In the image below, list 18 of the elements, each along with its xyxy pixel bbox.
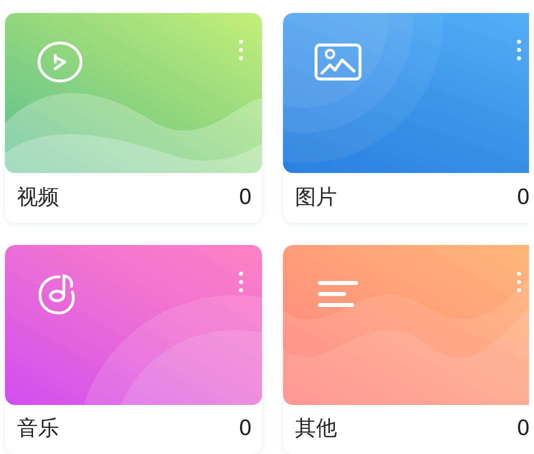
category-card[interactable]: 视频 0 bbox=[5, 13, 262, 222]
image-icon bbox=[314, 41, 362, 83]
item-count: 0 bbox=[516, 416, 529, 440]
item-count: 0 bbox=[238, 416, 252, 440]
category-label: 音乐 bbox=[17, 415, 59, 442]
more-icon[interactable] bbox=[516, 270, 522, 292]
category-label: 其他 bbox=[295, 415, 337, 442]
more-icon[interactable] bbox=[238, 270, 244, 292]
item-count: 0 bbox=[238, 184, 252, 208]
more-icon[interactable] bbox=[238, 39, 244, 61]
item-count: 0 bbox=[516, 184, 529, 208]
category-card[interactable]: 音乐 0 bbox=[5, 244, 262, 454]
category-label: 视频 bbox=[17, 184, 59, 210]
play-icon bbox=[36, 41, 84, 83]
category-card[interactable]: 其他 0 bbox=[283, 244, 529, 454]
category-card[interactable]: 图片 0 bbox=[283, 13, 529, 222]
more-icon[interactable] bbox=[516, 39, 522, 61]
category-label: 图片 bbox=[295, 184, 337, 210]
